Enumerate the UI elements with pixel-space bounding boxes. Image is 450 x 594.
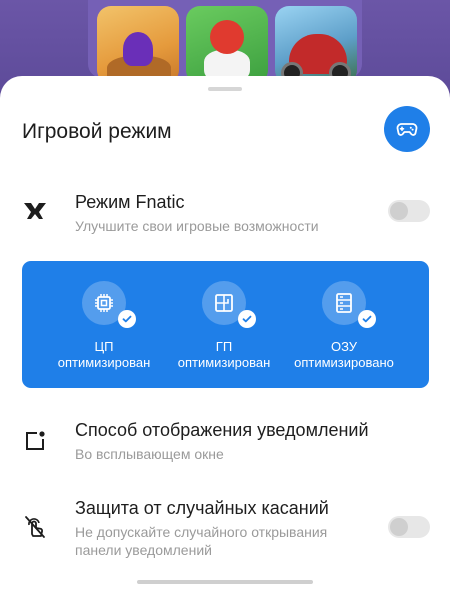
notification-style-value: Во всплывающем окне bbox=[75, 446, 224, 462]
ram-status-text: оптимизировано bbox=[294, 355, 394, 370]
check-badge-icon bbox=[238, 310, 256, 328]
game-mode-sheet: Игровой режим Режим Fnatic Улучшите свои… bbox=[0, 76, 450, 594]
toggle-knob bbox=[390, 518, 408, 536]
notification-style-icon bbox=[22, 428, 48, 454]
fnatic-mode-subtitle: Улучшите свои игровые возможности bbox=[75, 218, 319, 234]
cpu-status-text: оптимизирован bbox=[57, 355, 151, 370]
ram-label: ОЗУ bbox=[330, 339, 358, 354]
gpu-label: ГП bbox=[215, 339, 233, 354]
gamepad-icon bbox=[396, 123, 418, 136]
check-badge-icon bbox=[358, 310, 376, 328]
touch-protection-subtitle-line2: панели уведомлений bbox=[75, 542, 212, 558]
gpu-status-text: оптимизирован bbox=[177, 355, 271, 370]
ram-status[interactable]: ОЗУ оптимизировано bbox=[289, 281, 399, 371]
optimization-card: ЦП оптимизирован ГП оптимизирован ОЗУ оп… bbox=[22, 261, 429, 388]
fnatic-logo-icon bbox=[22, 198, 48, 224]
fnatic-mode-toggle[interactable] bbox=[388, 200, 430, 222]
toggle-knob bbox=[390, 202, 408, 220]
touch-protection-subtitle-line1: Не допускайте случайного открывания bbox=[75, 524, 328, 540]
gpu-icon bbox=[202, 281, 256, 328]
game-tile-1[interactable] bbox=[97, 6, 179, 84]
game-tile-3[interactable] bbox=[275, 6, 357, 84]
ram-icon bbox=[322, 281, 376, 328]
touch-protection-title: Защита от случайных касаний bbox=[75, 498, 329, 518]
cpu-label: ЦП bbox=[94, 339, 114, 354]
cpu-status[interactable]: ЦП оптимизирован bbox=[49, 281, 159, 371]
touch-protection-toggle[interactable] bbox=[388, 516, 430, 538]
notification-style-row[interactable]: Способ отображения уведомлений bbox=[75, 420, 369, 441]
gpu-status[interactable]: ГП оптимизирован bbox=[169, 281, 279, 371]
cpu-icon bbox=[82, 281, 136, 328]
gesture-home-bar[interactable] bbox=[137, 580, 313, 584]
game-tile-2[interactable] bbox=[186, 6, 268, 84]
game-mode-button[interactable] bbox=[384, 106, 430, 152]
sheet-title: Игровой режим bbox=[22, 120, 172, 143]
check-badge-icon bbox=[118, 310, 136, 328]
sheet-drag-handle[interactable] bbox=[208, 87, 242, 91]
fnatic-mode-title: Режим Fnatic bbox=[75, 192, 185, 212]
touch-protection-icon bbox=[22, 514, 48, 540]
